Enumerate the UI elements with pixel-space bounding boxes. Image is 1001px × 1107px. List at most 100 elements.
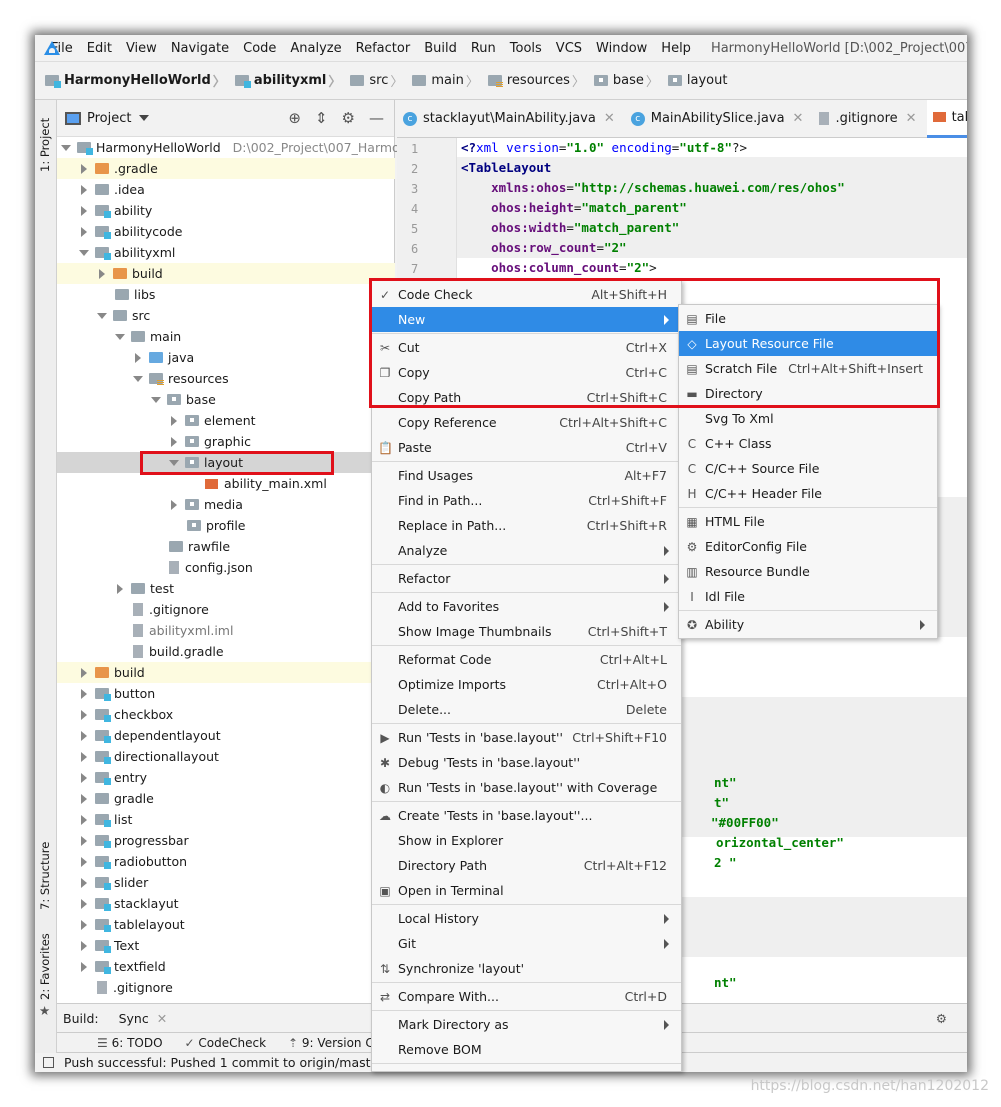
close-icon[interactable]: ✕	[793, 111, 804, 126]
chevron-right-icon[interactable]	[81, 940, 87, 951]
menu-item[interactable]: ▦ HTML File	[679, 509, 937, 534]
tree-item[interactable]: test	[57, 578, 395, 599]
menu-item[interactable]: C C/C++ Source File	[679, 456, 937, 481]
tree-item[interactable]: resources	[57, 368, 395, 389]
chevron-right-icon[interactable]	[81, 163, 87, 174]
tree-item[interactable]: Text	[57, 935, 395, 956]
tree-item[interactable]: src	[57, 305, 395, 326]
tree-item[interactable]: .gitignore	[57, 599, 395, 620]
code-line[interactable]: <TableLayout	[461, 158, 551, 178]
tree-item[interactable]: HarmonyHelloWorld D:\002_Project\007_Harm…	[57, 137, 433, 158]
chevron-right-icon[interactable]	[81, 772, 87, 783]
menu-window[interactable]: Window	[596, 41, 647, 56]
menu-item[interactable]: Mark Directory as	[372, 1012, 681, 1037]
tree-item[interactable]: .idea	[57, 179, 395, 200]
menu-item[interactable]: ⚙ EditorConfig File	[679, 534, 937, 559]
chevron-down-icon[interactable]	[151, 396, 161, 403]
tree-item[interactable]: textfield	[57, 956, 395, 977]
code-line[interactable]: xmlns:ohos="http://schemas.huawei.com/re…	[461, 178, 845, 198]
structure-tool-tab[interactable]: 7: Structure	[38, 842, 52, 910]
tree-item[interactable]: java	[57, 347, 395, 368]
code-line[interactable]: ohos:height="match_parent"	[461, 198, 687, 218]
menu-item[interactable]: Git	[372, 931, 681, 956]
menu-item[interactable]: ▣ Open in Terminal	[372, 878, 681, 903]
chevron-right-icon[interactable]	[81, 814, 87, 825]
tree-item[interactable]: rawfile	[57, 536, 395, 557]
tree-item[interactable]: abilitycode	[57, 221, 395, 242]
chevron-right-icon[interactable]	[81, 751, 87, 762]
tree-item[interactable]: dependentlayout	[57, 725, 395, 746]
menu-item[interactable]: Refactor	[372, 566, 681, 591]
menu-vcs[interactable]: VCS	[556, 41, 582, 56]
code-line[interactable]: ohos:width="match_parent"	[461, 218, 679, 238]
breadcrumb-item[interactable]: main 〉	[412, 71, 484, 90]
menu-item[interactable]: ◐ Run 'Tests in 'base.layout'' with Cover…	[372, 775, 681, 800]
sync-tab[interactable]: Sync	[119, 1011, 149, 1026]
close-icon[interactable]: ✕	[604, 111, 615, 126]
tool-tab[interactable]: ☰ 6: TODO	[97, 1036, 163, 1050]
chevron-right-icon[interactable]	[81, 835, 87, 846]
tree-item[interactable]: tablelayout	[57, 914, 395, 935]
menu-item[interactable]: Delete... Delete	[372, 697, 681, 722]
editor-tab[interactable]: tablelayout\	[926, 99, 967, 138]
tree-item[interactable]: entry	[57, 767, 395, 788]
menu-item[interactable]: Remove BOM	[372, 1037, 681, 1062]
locate-icon[interactable]: ⊕	[288, 109, 301, 127]
chevron-right-icon[interactable]	[81, 184, 87, 195]
chevron-right-icon[interactable]	[99, 268, 105, 279]
menu-item[interactable]: Local History	[372, 906, 681, 931]
chevron-right-icon[interactable]	[81, 226, 87, 237]
chevron-right-icon[interactable]	[81, 667, 87, 678]
tree-item[interactable]: .gradle	[57, 158, 395, 179]
tree-item[interactable]: button	[57, 683, 395, 704]
chevron-right-icon[interactable]	[117, 583, 123, 594]
tree-item[interactable]: list	[57, 809, 395, 830]
chevron-right-icon[interactable]	[81, 793, 87, 804]
tree-item[interactable]: abilityxml.iml	[57, 620, 395, 641]
tree-item[interactable]: base	[57, 389, 395, 410]
menu-view[interactable]: View	[126, 41, 157, 56]
chevron-right-icon[interactable]	[81, 877, 87, 888]
menu-item[interactable]: Analyze	[372, 538, 681, 563]
menu-navigate[interactable]: Navigate	[171, 41, 229, 56]
code-line[interactable]: <?xml version="1.0" encoding="utf-8"?>	[461, 138, 747, 158]
chevron-right-icon[interactable]	[171, 436, 177, 447]
editor-tab[interactable]: .gitignore ✕	[813, 100, 926, 138]
menu-item[interactable]: ✪ Ability	[679, 612, 937, 637]
menu-item[interactable]: Reformat Code Ctrl+Alt+L	[372, 647, 681, 672]
editor-tab[interactable]: c stacklayut\MainAbility.java ✕	[397, 100, 625, 138]
menu-item[interactable]: Find Usages Alt+F7	[372, 463, 681, 488]
tree-item[interactable]: config.json	[57, 557, 395, 578]
menu-code[interactable]: Code	[243, 41, 276, 56]
code-line[interactable]: ohos:column_count="2">	[461, 258, 657, 278]
chevron-right-icon[interactable]	[81, 205, 87, 216]
code-line[interactable]: ohos:row_count="2"	[461, 238, 626, 258]
menu-item[interactable]: Copy Reference Ctrl+Alt+Shift+C	[372, 410, 681, 435]
chevron-down-icon[interactable]	[79, 249, 89, 256]
tree-item[interactable]: build.gradle	[57, 641, 395, 662]
chevron-right-icon[interactable]	[135, 352, 141, 363]
project-view-selector[interactable]: Project	[87, 111, 131, 126]
chevron-down-icon[interactable]	[139, 115, 150, 121]
tree-item[interactable]: element	[57, 410, 395, 431]
menu-item[interactable]: ✱ Debug 'Tests in 'base.layout''	[372, 750, 681, 775]
chevron-down-icon[interactable]	[61, 144, 71, 151]
status-toggle-icon[interactable]	[43, 1057, 54, 1068]
minimize-icon[interactable]: —	[369, 109, 384, 127]
chevron-right-icon[interactable]	[81, 961, 87, 972]
tree-item[interactable]: checkbox	[57, 704, 395, 725]
menu-item[interactable]: Optimize Imports Ctrl+Alt+O	[372, 672, 681, 697]
tree-item[interactable]: build	[57, 662, 395, 683]
gear-icon[interactable]: ⚙	[936, 1011, 947, 1026]
tree-item[interactable]: slider	[57, 872, 395, 893]
menu-item[interactable]: ☁ Create 'Tests in 'base.layout''...	[372, 803, 681, 828]
menu-analyze[interactable]: Analyze	[290, 41, 341, 56]
menu-item[interactable]: ⇅ Synchronize 'layout'	[372, 956, 681, 981]
menu-item[interactable]: C C++ Class	[679, 431, 937, 456]
tool-tab[interactable]: ✓ CodeCheck	[185, 1036, 267, 1050]
menu-item[interactable]: H C/C++ Header File	[679, 481, 937, 506]
chevron-down-icon[interactable]	[97, 312, 107, 319]
tree-item[interactable]: ability_main.xml	[57, 473, 395, 494]
menu-item[interactable]: ▥ Resource Bundle	[679, 559, 937, 584]
gear-icon[interactable]: ⚙	[342, 109, 355, 127]
